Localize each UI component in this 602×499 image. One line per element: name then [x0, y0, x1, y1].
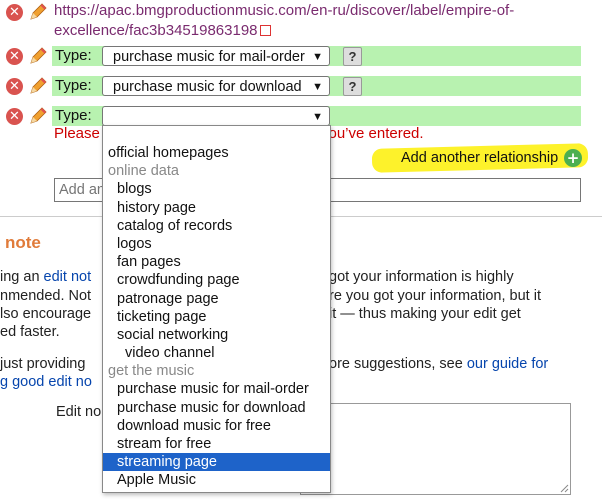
pencil-icon[interactable] [28, 46, 48, 66]
type-select-value: purchase music for mail-order [113, 49, 305, 65]
dropdown-group-label: get the music [108, 363, 195, 380]
help-button[interactable]: ? [343, 47, 362, 66]
type-dropdown-list[interactable]: official homepages online data blogs histor… [102, 125, 331, 493]
dropdown-group-label: online data [108, 163, 179, 180]
paragraph-line: re you got your information, but it [329, 288, 541, 304]
url-link[interactable]: https://apac.bmgproductionmusic.com/en-r… [54, 1, 514, 41]
dropdown-option[interactable]: logos [103, 235, 330, 253]
remove-icon[interactable]: ✕ [6, 4, 23, 21]
chevron-down-icon: ▼ [312, 51, 323, 63]
type-select[interactable]: purchase music for download ▼ [102, 76, 330, 96]
type-label: Type: [55, 47, 92, 64]
paragraph-line: nmended. Not [0, 288, 92, 304]
dropdown-option[interactable]: Apple Music [103, 471, 330, 489]
remove-icon[interactable]: ✕ [6, 78, 23, 95]
paragraph-line: ed faster. [0, 324, 60, 340]
dropdown-option[interactable]: social networking [103, 326, 330, 344]
resize-grip-icon[interactable] [559, 483, 569, 493]
external-link-icon [259, 25, 271, 36]
dropdown-option[interactable]: streaming page [103, 453, 330, 472]
type-label: Type: [55, 107, 92, 124]
help-button[interactable]: ? [343, 77, 362, 96]
dropdown-option[interactable]: ticketing page [103, 308, 330, 326]
pencil-icon[interactable] [28, 106, 48, 126]
type-select-open[interactable]: ▼ [102, 106, 330, 126]
section-title: note [5, 233, 41, 252]
paragraph-line: it — thus making your edit get [329, 306, 521, 322]
dropdown-option[interactable]: patronage page [103, 290, 330, 308]
dropdown-option[interactable]: blogs [103, 180, 330, 198]
chevron-down-icon: ▼ [312, 81, 323, 93]
dropdown-option[interactable]: download music for free [103, 417, 330, 435]
edit-note-textarea[interactable] [300, 403, 571, 495]
paragraph-line: ore suggestions, see our guide for [329, 356, 549, 372]
dropdown-option[interactable]: stream for free [103, 435, 330, 453]
error-message-tail: you’ve entered. [321, 125, 424, 142]
add-relationship-link[interactable]: Add another relationship [401, 150, 558, 166]
dropdown-option[interactable]: purchase music for mail-order [103, 380, 330, 398]
dropdown-option[interactable]: fan pages [103, 253, 330, 271]
url-line-2: excellence/fac3b34519863198 [54, 22, 258, 39]
pencil-icon[interactable] [28, 76, 48, 96]
edit-note-label: Edit no [56, 404, 102, 420]
guide-link-line: g good edit no [0, 373, 92, 392]
dropdown-option[interactable]: purchase music for download [103, 399, 330, 417]
error-message: Please [54, 125, 100, 142]
guide-link[interactable]: g good edit no [0, 374, 92, 390]
dropdown-option[interactable]: video channel [103, 344, 330, 362]
paragraph-line: ing an edit not [0, 269, 92, 285]
add-icon[interactable]: + [564, 149, 582, 167]
url-line-1: https://apac.bmgproductionmusic.com/en-r… [54, 2, 515, 19]
dropdown-option[interactable]: official homepages [103, 144, 330, 162]
guide-link[interactable]: our guide for [467, 356, 548, 372]
remove-icon[interactable]: ✕ [6, 48, 23, 65]
type-select-value: purchase music for download [113, 79, 302, 95]
paragraph-line: got your information is highly [329, 269, 514, 285]
type-label: Type: [55, 77, 92, 94]
dropdown-option[interactable]: crowdfunding page [103, 271, 330, 289]
type-select[interactable]: purchase music for mail-order ▼ [102, 46, 330, 66]
edit-note-link[interactable]: edit not [44, 269, 92, 285]
remove-icon[interactable]: ✕ [6, 108, 23, 125]
dropdown-option[interactable]: catalog of records [103, 217, 330, 235]
dropdown-option[interactable]: history page [103, 199, 330, 217]
pencil-icon[interactable] [28, 2, 48, 22]
paragraph-line: just providing [0, 356, 86, 372]
paragraph-line: lso encourage [0, 306, 92, 322]
